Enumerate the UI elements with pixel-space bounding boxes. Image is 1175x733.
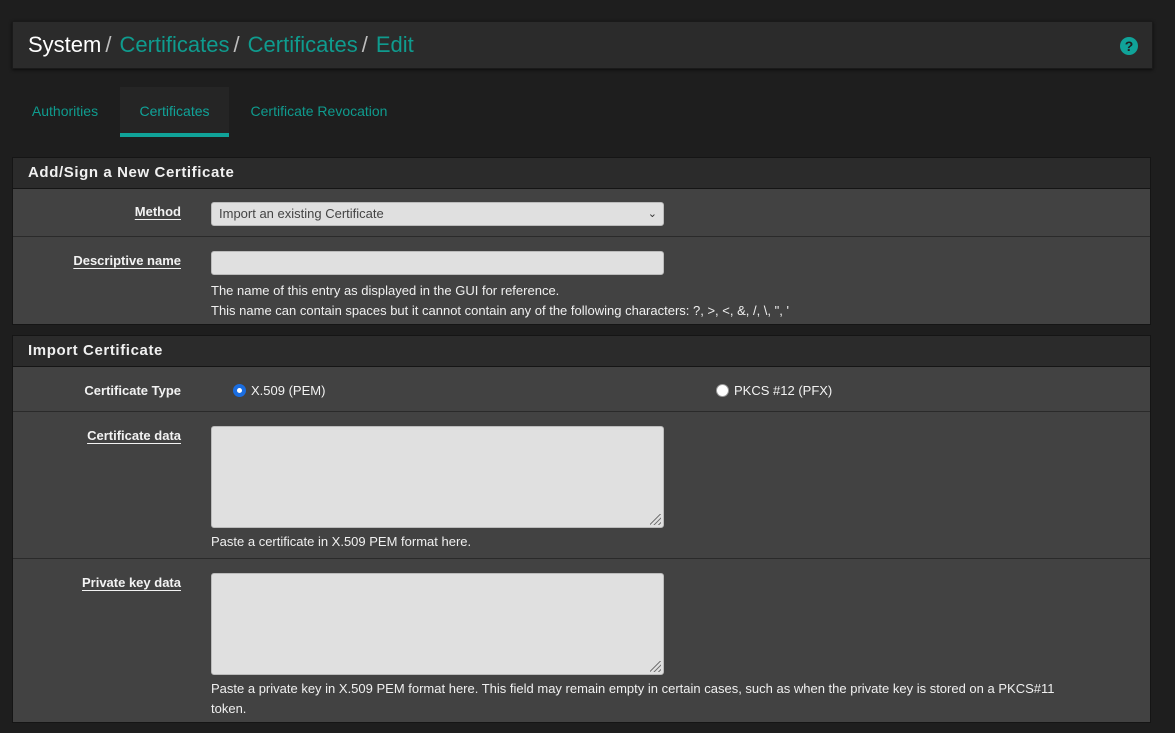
descr-help-line-1: The name of this entry as displayed in t… — [211, 283, 560, 298]
import-certificate-panel: Import Certificate Certificate Type X.50… — [12, 335, 1151, 723]
breadcrumb-separator: / — [361, 32, 368, 57]
breadcrumb: System / Certificates / Certificates / Edit — [28, 32, 414, 58]
panel-heading: Add/Sign a New Certificate — [13, 158, 1150, 189]
breadcrumb-edit-link[interactable]: Edit — [376, 32, 414, 57]
method-select-value: Import an existing Certificate — [219, 206, 384, 221]
radio-x509[interactable]: X.509 (PEM) — [233, 383, 325, 398]
breadcrumb-separator: / — [105, 32, 112, 57]
breadcrumb-separator: / — [233, 32, 240, 57]
key-data-help-line-2: token. — [211, 701, 247, 716]
cert-type-label: Certificate Type — [84, 383, 181, 398]
descr-row: Descriptive name The name of this entry … — [13, 237, 1150, 325]
radio-pkcs12-label: PKCS #12 (PFX) — [734, 383, 833, 398]
method-label: Method — [134, 204, 181, 219]
method-select[interactable]: Import an existing Certificate ⌄ — [211, 202, 664, 226]
radio-checked-icon[interactable] — [233, 384, 246, 397]
resize-grip-icon[interactable] — [650, 514, 661, 525]
tab-authorities[interactable]: Authorities — [12, 87, 118, 137]
key-data-label: Private key data — [81, 575, 181, 590]
radio-pkcs12[interactable]: PKCS #12 (PFX) — [716, 383, 832, 398]
tab-certificates[interactable]: Certificates — [120, 87, 229, 137]
add-sign-panel: Add/Sign a New Certificate Method Import… — [12, 157, 1151, 325]
breadcrumb-certificates-link[interactable]: Certificates — [119, 32, 229, 57]
radio-x509-label: X.509 (PEM) — [251, 383, 326, 398]
question-circle-icon[interactable]: ? — [1120, 37, 1138, 55]
cert-data-row: Certificate data Paste a certificate in … — [13, 412, 1150, 559]
descr-input[interactable] — [211, 251, 664, 275]
tab-certificate-revocation[interactable]: Certificate Revocation — [239, 87, 399, 137]
radio-unchecked-icon[interactable] — [716, 384, 729, 397]
descr-help-line-2: This name can contain spaces but it cann… — [211, 303, 789, 318]
cert-type-row: Certificate Type X.509 (PEM) PKCS #12 (P… — [13, 367, 1150, 412]
key-data-textarea[interactable] — [211, 573, 664, 675]
cert-data-textarea[interactable] — [211, 426, 664, 528]
cert-data-label: Certificate data — [87, 428, 181, 443]
key-data-row: Private key data Paste a private key in … — [13, 559, 1150, 725]
breadcrumb-certificates-link[interactable]: Certificates — [248, 32, 358, 57]
method-row: Method Import an existing Certificate ⌄ — [13, 189, 1150, 237]
breadcrumb-system: System — [28, 32, 102, 57]
tab-bar: Authorities Certificates Certificate Rev… — [12, 87, 1151, 137]
chevron-down-icon: ⌄ — [647, 208, 657, 220]
key-data-help-line-1: Paste a private key in X.509 PEM format … — [211, 681, 1055, 696]
descr-label: Descriptive name — [73, 253, 181, 268]
cert-data-help: Paste a certificate in X.509 PEM format … — [211, 534, 472, 549]
breadcrumb-bar: System / Certificates / Certificates / Edit ? — [12, 21, 1153, 69]
resize-grip-icon[interactable] — [650, 661, 661, 672]
panel-heading: Import Certificate — [13, 336, 1150, 367]
